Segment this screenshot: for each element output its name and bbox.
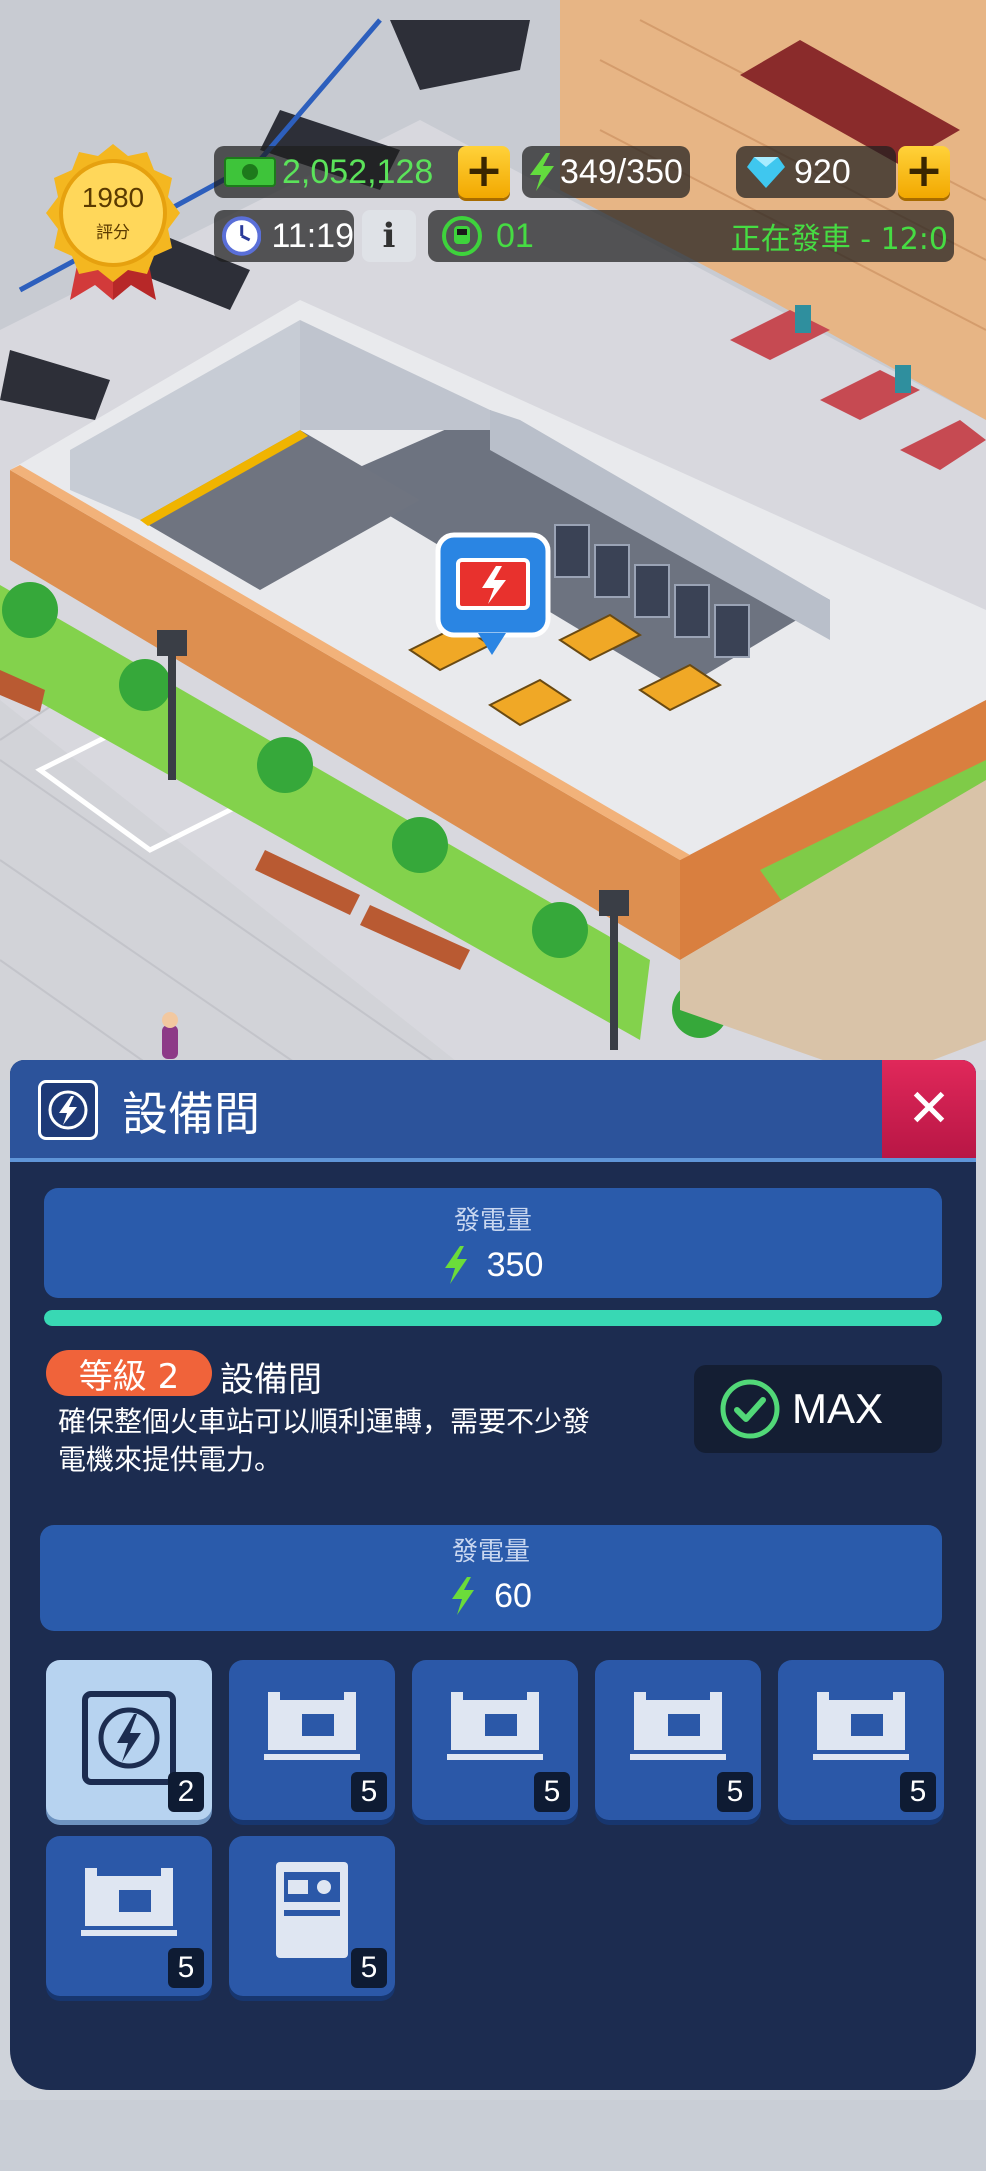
item-output-value: 60	[494, 1576, 532, 1615]
tile-generator[interactable]: 5	[778, 1660, 944, 1820]
generator-icon	[447, 1692, 543, 1760]
tile-generator[interactable]: 5	[229, 1660, 395, 1820]
room-name: 設備間	[220, 1360, 322, 1400]
control-cabinet-icon	[276, 1862, 348, 1958]
output-progress-bar	[44, 1310, 942, 1326]
lightning-icon	[530, 153, 554, 191]
check-circle-icon	[720, 1379, 780, 1439]
tile-power-room[interactable]: 2	[46, 1660, 212, 1820]
level-badge-text: 等級 2	[78, 1356, 180, 1397]
game-clock: 11:19	[214, 210, 354, 262]
lightning-icon	[452, 1577, 475, 1615]
tile-generator[interactable]: 5	[595, 1660, 761, 1820]
tile-count: 5	[900, 1772, 936, 1812]
tile-count: 5	[717, 1772, 753, 1812]
max-level-indicator: MAX	[694, 1365, 942, 1453]
tile-count: 5	[168, 1948, 204, 1988]
item-output-box: 發電量 60	[40, 1525, 942, 1631]
tile-generator[interactable]: 5	[412, 1660, 578, 1820]
plus-icon: +	[904, 143, 944, 197]
tile-count: 5	[534, 1772, 570, 1812]
output-progress-fill	[44, 1310, 942, 1326]
train-status-bar[interactable]: 01 正在發車 - 12:0	[428, 210, 954, 262]
train-status-text: 正在發車 - 12:0	[730, 222, 948, 257]
total-output-box: 發電量 350	[44, 1188, 942, 1298]
room-info-panel: 設備間 ✕ 發電量 350 等級 2 設備間 確保整個火車站可以順利運轉，需要不…	[10, 1060, 976, 2090]
panel-title: 設備間	[122, 1087, 260, 1141]
game-scene[interactable]: 1980 評分 2,052,128 + 349/350 920 + 11:19 …	[0, 0, 986, 1080]
total-output-label: 發電量	[453, 1206, 532, 1236]
cash-value: 2,052,128	[282, 152, 434, 191]
lightning-icon	[444, 1246, 467, 1284]
clock-value: 11:19	[271, 216, 354, 255]
max-label: MAX	[792, 1385, 884, 1432]
energy-counter: 349/350	[522, 146, 690, 198]
tile-control-cabinet[interactable]: 5	[229, 1836, 395, 1996]
gem-value: 920	[794, 152, 851, 191]
tile-count: 5	[351, 1772, 387, 1812]
close-icon: ✕	[907, 1079, 951, 1139]
plus-icon: +	[464, 143, 504, 197]
item-output-label: 發電量	[451, 1537, 530, 1567]
room-type-badge	[38, 1080, 98, 1140]
equipment-room-marker[interactable]	[435, 532, 551, 655]
lightning-circle-icon	[48, 1090, 88, 1130]
panel-header: 設備間 ✕	[10, 1060, 976, 1162]
tile-count: 5	[351, 1948, 387, 1988]
diamond-icon	[747, 157, 785, 188]
generator-icon	[264, 1692, 360, 1760]
tile-count: 2	[168, 1772, 204, 1812]
generator-icon	[630, 1692, 726, 1760]
room-description-line1: 確保整個火車站可以順利運轉，需要不少發	[58, 1405, 591, 1438]
tile-generator[interactable]: 5	[46, 1836, 212, 1996]
lightning-tile-icon	[82, 1691, 176, 1785]
info-icon: i	[382, 216, 396, 256]
room-description-line2: 電機來提供電力。	[58, 1443, 283, 1476]
add-cash-button[interactable]: +	[458, 146, 510, 198]
total-output-value: 350	[486, 1245, 544, 1284]
rating-label: 評分	[96, 223, 130, 243]
energy-value: 349/350	[560, 152, 683, 191]
train-icon	[442, 216, 482, 256]
info-button[interactable]: i	[362, 210, 416, 262]
clock-icon	[222, 216, 262, 256]
gem-counter: 920	[736, 146, 896, 198]
rating-value: 1980	[81, 182, 145, 213]
add-gems-button[interactable]: +	[898, 146, 950, 198]
bottom-bar	[0, 2100, 986, 2171]
train-number: 01	[496, 216, 534, 255]
close-button[interactable]: ✕	[882, 1060, 976, 1158]
rating-medal[interactable]: 1980 評分	[40, 140, 186, 300]
level-badge: 等級 2	[46, 1350, 212, 1397]
generator-icon	[813, 1692, 909, 1760]
generator-icon	[81, 1868, 177, 1936]
cash-icon	[224, 157, 276, 187]
